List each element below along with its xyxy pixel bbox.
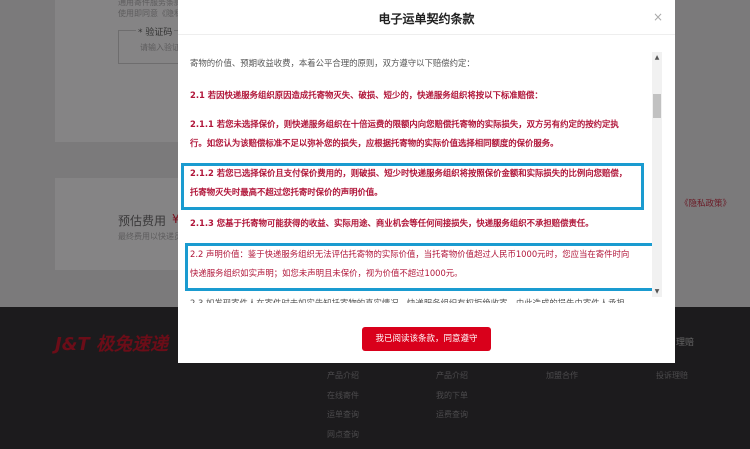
modal-title: 电子运单契约条款 <box>178 10 675 27</box>
estimate-note: 最终费用以快递员 <box>118 231 182 242</box>
scrollbar[interactable]: ▲ ▼ <box>652 52 662 297</box>
clause-2-3-cutoff: 2.3 如发现寄件人在寄件时未如实告知托寄物的真实情况，快递服务组织有权拒绝收寄… <box>190 294 633 303</box>
terms-content[interactable]: 寄物的价值、预期收益收费，本着公平合理的原则，双方遵守以下赔偿约定： 2.1 若… <box>178 48 658 303</box>
footer-link[interactable]: 投诉理赔 <box>656 370 688 381</box>
clause-2-1-3: 2.1.3 您基于托寄物可能获得的收益、实际用途、商业机会等任何间接损失，快递服… <box>190 214 594 233</box>
clause-2-1: 2.1 若因快递服务组织原因造成托寄物灭失、破损、短少的，快递服务组织将按以下标… <box>190 86 543 105</box>
divider <box>178 34 675 35</box>
footer-link[interactable]: 产品介绍 <box>436 370 468 381</box>
bg-terms-link[interactable]: 使用即同意《隐私 <box>118 8 182 19</box>
scroll-up-icon[interactable]: ▲ <box>652 54 662 61</box>
footer-link[interactable]: 产品介绍 <box>327 370 359 381</box>
captcha-label: * 验证码 <box>136 25 174 38</box>
clause-2-1-1-cont: 行。如您认为该赔偿标准不足以弥补您的损失，应根据托寄物的实际价值选择相同额度的保… <box>190 134 559 153</box>
scrollbar-thumb[interactable] <box>653 94 661 118</box>
footer-heading: 理赔 <box>676 335 694 348</box>
agree-button[interactable]: 我已阅读该条款，同意遵守 <box>362 327 491 351</box>
clause-2-2-cont: 快递服务组织如实声明；如您未声明且未保价，视为价值不超过1000元。 <box>190 264 463 283</box>
footer-link[interactable]: 加盟合作 <box>546 370 578 381</box>
clause-2-1-1: 2.1.1 若您未选择保价，则快递服务组织在十倍运费的限额内向您赔偿托寄物的实际… <box>190 115 619 134</box>
footer-link[interactable]: 运费查询 <box>436 409 468 420</box>
scroll-down-icon[interactable]: ▼ <box>652 288 662 295</box>
clause-2-1-2: 2.1.2 若您已选择保价且支付保价费用的，则破损、短少时快递服务组织将按照保价… <box>190 164 627 183</box>
jt-logo: J&T 极兔速递 <box>55 330 168 356</box>
clause-2-2: 2.2 声明价值：鉴于快递服务组织无法评估托寄物的实际价值，当托寄物价值超过人民… <box>190 245 629 264</box>
intro-text: 寄物的价值、预期收益收费，本着公平合理的原则，双方遵守以下赔偿约定： <box>190 54 475 73</box>
footer-link[interactable]: 网点查询 <box>327 429 359 440</box>
privacy-link[interactable]: 《隐私政策》 <box>680 197 731 209</box>
footer-link[interactable]: 我的下单 <box>436 390 468 401</box>
bg-terms-text: 通用寄件服务条款 <box>118 0 182 8</box>
clause-2-1-2-cont: 托寄物灭失时最高不超过您托寄时保价的声明价值。 <box>190 183 383 202</box>
close-icon[interactable]: × <box>653 10 663 24</box>
contract-terms-modal: 电子运单契约条款 × 寄物的价值、预期收益收费，本着公平合理的原则，双方遵守以下… <box>178 0 675 363</box>
estimate-label: 预估费用 <box>118 212 166 229</box>
footer-link[interactable]: 运单查询 <box>327 409 359 420</box>
footer-link[interactable]: 在线寄件 <box>327 390 359 401</box>
